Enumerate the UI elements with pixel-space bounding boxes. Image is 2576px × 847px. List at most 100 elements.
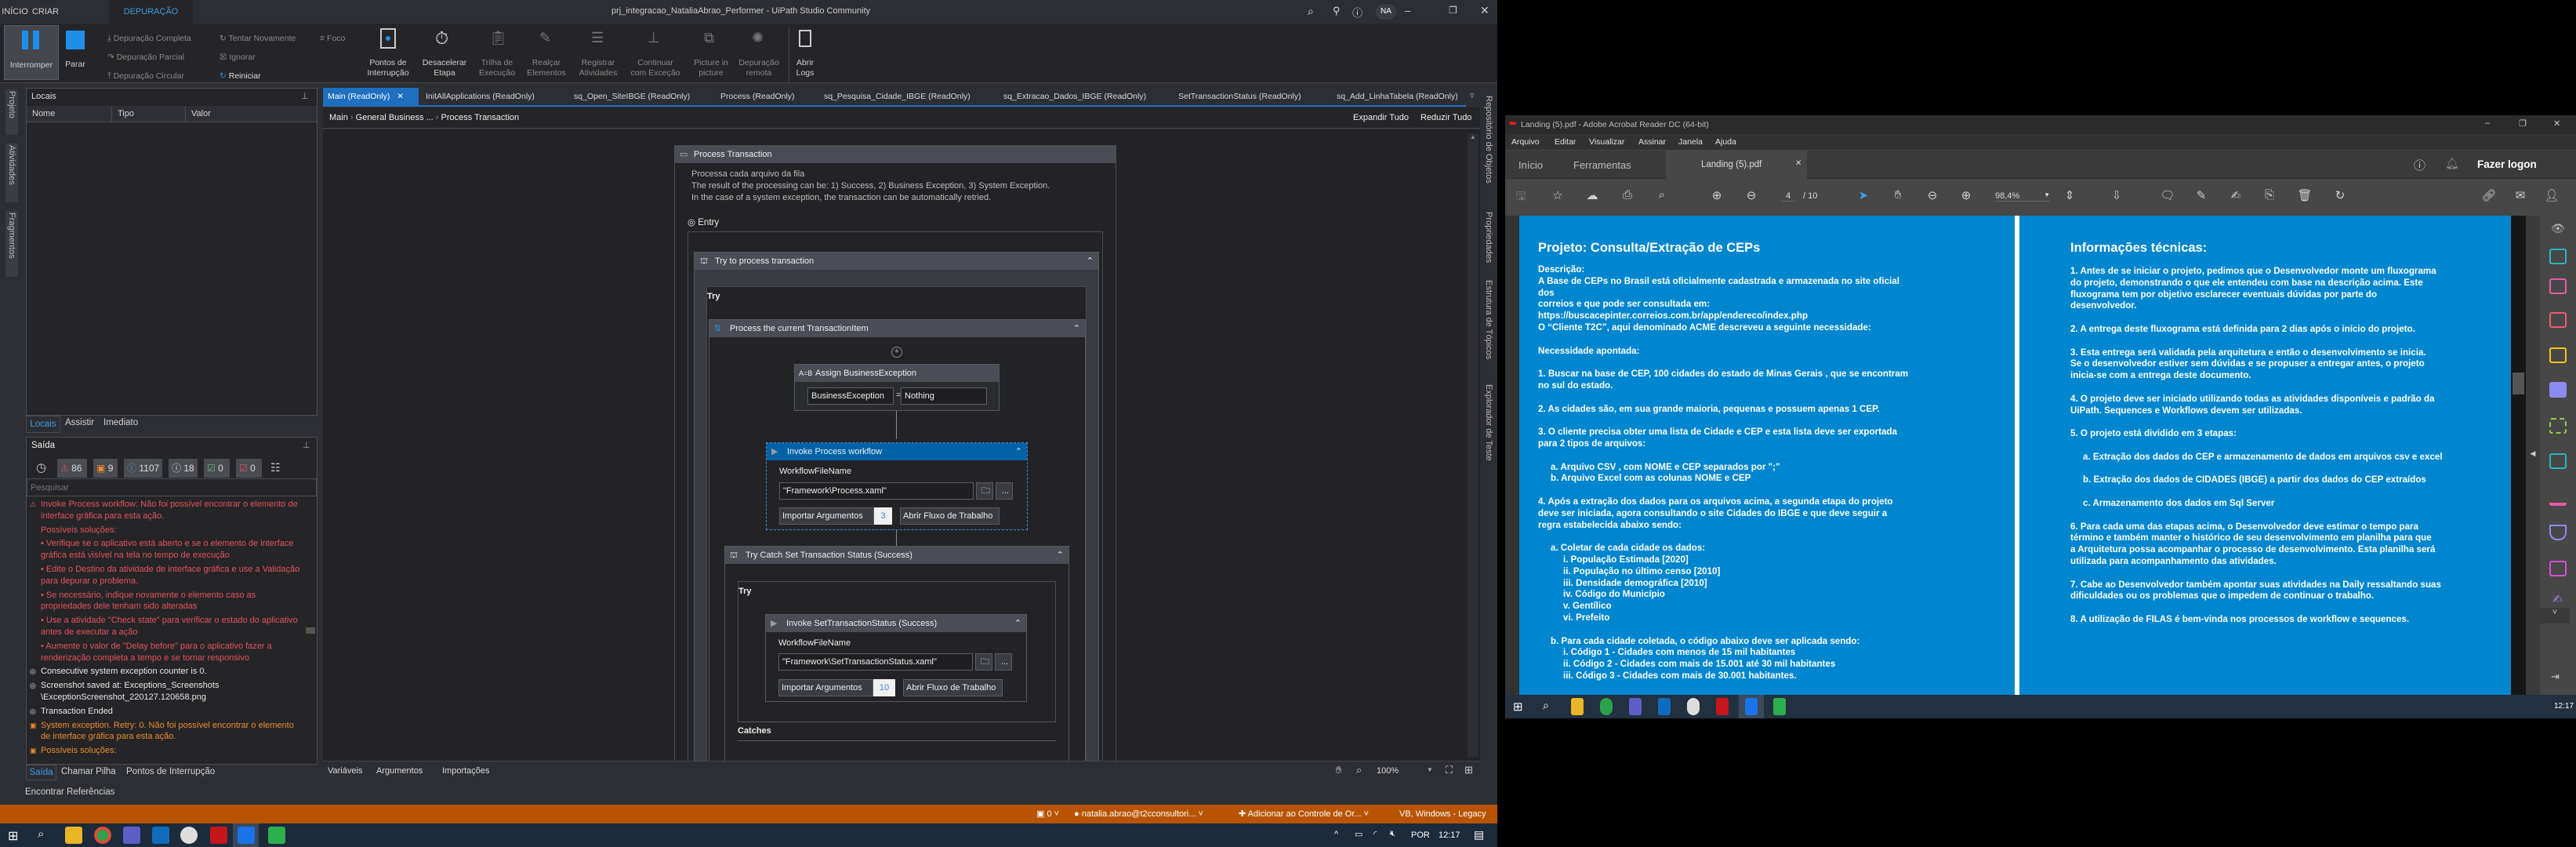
arguments-tab[interactable]: Argumentos bbox=[376, 766, 423, 776]
abrir-logs-button[interactable]: Abrir Logs bbox=[789, 27, 820, 82]
notifications-icon[interactable]: ▤ bbox=[1474, 828, 1484, 842]
filter-info[interactable]: ⓘ 1107 bbox=[124, 459, 162, 478]
menu-janela[interactable]: Janela bbox=[1678, 137, 1703, 147]
log-entry[interactable]: • Verifique se o aplicativo está aberto … bbox=[30, 538, 300, 562]
depuracao-remota-button[interactable]: ✺ Depuração remota bbox=[735, 27, 782, 82]
hand-tool-icon[interactable]: ✋︎ bbox=[1888, 188, 1907, 202]
collapse-icon[interactable]: ⌃ bbox=[1014, 615, 1021, 632]
tab-ferramentas[interactable]: Ferramentas bbox=[1573, 159, 1631, 171]
trilha-execucao-button[interactable]: 📋︎ Trilha de Execução bbox=[473, 27, 521, 82]
log-entry[interactable]: ▣ Possíveis soluções: bbox=[30, 745, 300, 757]
variables-tab[interactable]: Variáveis bbox=[328, 766, 362, 776]
notifications-bell-icon[interactable]: 🔔︎ bbox=[2445, 157, 2459, 170]
tab-locais[interactable]: Locais bbox=[26, 416, 60, 433]
select-cursor-icon[interactable]: ➤ bbox=[1854, 188, 1873, 202]
log-entry[interactable]: • Se necessário, indique novamente o ele… bbox=[30, 590, 300, 613]
zoom-level[interactable]: 100% bbox=[1377, 766, 1399, 776]
interromper-button[interactable]: Interromper bbox=[4, 25, 59, 80]
clock[interactable]: 12:17 bbox=[2554, 702, 2574, 711]
menu-visualizar[interactable]: Visualizar bbox=[1589, 137, 1624, 147]
acrobat-icon[interactable] bbox=[1716, 698, 1729, 715]
tab-document[interactable]: Landing (5).pdf ✕ bbox=[1666, 151, 1807, 180]
share-link-icon[interactable]: 🔗︎ bbox=[2480, 188, 2498, 202]
search-icon[interactable]: ⌕ bbox=[1308, 5, 1314, 18]
panel-tab-object-repository[interactable]: Repositório de Objetos bbox=[1484, 96, 1493, 184]
col-tipo[interactable]: Tipo bbox=[111, 106, 140, 122]
open-workflow-button[interactable]: Abrir Fluxo de Trabalho bbox=[903, 679, 1003, 696]
import-arguments-button[interactable]: Importar Argumentos bbox=[779, 507, 874, 525]
create-pdf-icon[interactable] bbox=[2549, 312, 2567, 328]
doc-tab[interactable]: sq_Extracao_Dados_IBGE (ReadOnly) bbox=[999, 88, 1151, 106]
protect-icon[interactable] bbox=[2549, 525, 2567, 540]
log-entry[interactable]: ◎ Screenshot saved at: Exceptions_Screens… bbox=[30, 680, 300, 703]
log-entry[interactable]: Possíveis soluções: bbox=[30, 525, 300, 536]
media-icon[interactable] bbox=[1773, 698, 1786, 715]
search-icon[interactable]: ⌕ bbox=[38, 827, 44, 841]
invoke-process-workflow[interactable]: ▶ Invoke Process workflow ⌃ WorkflowFileNa… bbox=[766, 442, 1028, 530]
assign-value-field[interactable]: Nothing bbox=[901, 387, 987, 405]
col-nome[interactable]: Nome bbox=[32, 109, 55, 118]
try-process-transaction[interactable]: ⛫ Try to process transaction ⌃ Try ⇅ Proces… bbox=[694, 252, 1099, 761]
help-icon[interactable]: ⓘ bbox=[1352, 5, 1362, 20]
assign-to-field[interactable]: BusinessException bbox=[807, 387, 894, 405]
collapse-icon[interactable]: ⌃ bbox=[1015, 443, 1022, 460]
workflow-file-input[interactable]: "Framework\SetTransactionStatus.xaml" bbox=[778, 653, 973, 671]
acrobat-icon[interactable] bbox=[210, 827, 227, 844]
search-icon[interactable]: ⌕ bbox=[1543, 699, 1549, 712]
uipath-taskbar-button[interactable] bbox=[233, 823, 259, 847]
media-icon[interactable] bbox=[268, 827, 285, 844]
collapse-pane-icon[interactable]: ⇥ bbox=[2551, 671, 2560, 683]
ribbon-tab-inicio[interactable]: INÍCIO bbox=[0, 0, 30, 24]
output-scrollbar[interactable] bbox=[306, 502, 315, 761]
pin-icon[interactable]: ⊥ bbox=[303, 440, 310, 450]
try-catch-set-status[interactable]: ⛫ Try Catch Set Transaction Status (Succe… bbox=[724, 546, 1069, 761]
panel-tab-outline[interactable]: Estrutura de Tópicos bbox=[1484, 280, 1493, 359]
fill-sign-icon[interactable] bbox=[2549, 490, 2567, 506]
hand-pan-icon[interactable]: ✋︎ bbox=[1336, 764, 1341, 776]
view-eye-icon[interactable]: 👁︎ bbox=[2551, 222, 2565, 235]
menu-editar[interactable]: Editar bbox=[1555, 137, 1576, 147]
log-entry[interactable]: ◎ Transaction Ended bbox=[30, 706, 300, 718]
browse-folder-button[interactable]: 🗀︎ bbox=[976, 482, 993, 500]
close-tab-icon[interactable]: ✕ bbox=[397, 92, 404, 101]
windows-start-icon[interactable]: ⊞ bbox=[1513, 700, 1523, 714]
realcar-elementos-button[interactable]: ✎ Realçar Elementos bbox=[522, 27, 571, 82]
zoom-out-icon[interactable]: ⊖ bbox=[1923, 188, 1942, 202]
col-valor[interactable]: Valor bbox=[185, 106, 216, 122]
scroll-mode-icon[interactable]: ⇩ bbox=[2107, 188, 2126, 202]
doc-tab[interactable]: sq_Add_LinhaTabela (ReadOnly) bbox=[1332, 88, 1457, 106]
app-icon[interactable] bbox=[180, 827, 198, 844]
log-entry[interactable]: • Aumente o valor de "Delay before" para… bbox=[30, 641, 300, 664]
picture-in-picture-button[interactable]: ⧉ Picture in picture bbox=[688, 27, 734, 82]
tools-pane-toggle[interactable]: ◀ bbox=[2526, 216, 2540, 695]
more-tools-chevron[interactable]: ˅ bbox=[2540, 608, 2570, 623]
more-options-button[interactable]: ... bbox=[995, 653, 1012, 671]
log-entry[interactable]: ▣ System exception. Retry: 0. Não foi pos… bbox=[30, 720, 300, 743]
fit-screen-icon[interactable]: ⛶ bbox=[1446, 764, 1453, 776]
pdf-page[interactable]: Projeto: Consulta/Extração de CEPs Descr… bbox=[1519, 216, 2511, 695]
add-user-icon[interactable]: 👤︎ bbox=[2542, 188, 2561, 202]
invoke-set-transaction-status[interactable]: ▶ Invoke SetTransactionStatus (Success) ⌃ … bbox=[765, 614, 1027, 702]
tabs-overflow-icon[interactable]: ▿ bbox=[1470, 90, 1475, 100]
sidebar-tab-atividades[interactable]: Atividades bbox=[5, 144, 18, 202]
teams-icon[interactable] bbox=[123, 827, 140, 844]
prepare-form-icon[interactable] bbox=[2549, 561, 2567, 576]
ribbon-tab-depuracao[interactable]: DEPURAÇÃO bbox=[109, 0, 193, 24]
bookmark-star-icon[interactable]: ☆ bbox=[1548, 188, 1567, 202]
reiniciar-button[interactable]: ↻ Reiniciar bbox=[220, 71, 261, 81]
pdf-scrollbar[interactable] bbox=[2511, 216, 2526, 695]
log-entry[interactable]: • Use a atividade "Check state" para ver… bbox=[30, 615, 300, 638]
minimize-icon[interactable]: – bbox=[2485, 118, 2490, 128]
panel-tab-properties[interactable]: Propriedades bbox=[1484, 212, 1493, 263]
browse-folder-button[interactable]: 🗀︎ bbox=[975, 653, 992, 671]
file-explorer-icon[interactable] bbox=[65, 827, 82, 844]
zoom-select[interactable]: 98,4% ▼ bbox=[1995, 191, 2050, 202]
next-page-icon[interactable]: ⊖︎ bbox=[1742, 188, 1761, 202]
windows-start-icon[interactable]: ⊞ bbox=[8, 828, 18, 844]
registrar-atividades-button[interactable]: ☰ Registrar Atividades bbox=[574, 27, 622, 82]
tab-assistir[interactable]: Assistir bbox=[65, 418, 94, 427]
more-options-button[interactable]: ... bbox=[996, 482, 1013, 500]
filter-trace[interactable]: ⓘ 18 bbox=[169, 459, 198, 478]
export-pdf-icon[interactable] bbox=[2549, 249, 2567, 264]
tab-imediato[interactable]: Imediato bbox=[103, 418, 138, 427]
